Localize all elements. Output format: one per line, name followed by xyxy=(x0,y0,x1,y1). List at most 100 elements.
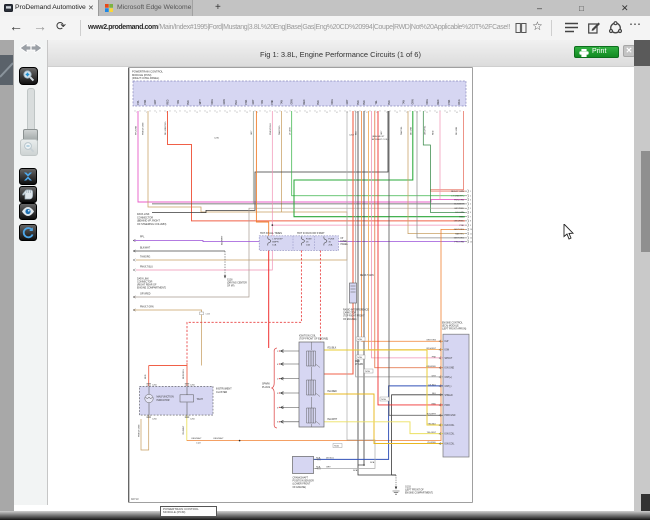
svg-text:LT GRN/PPL: LT GRN/PPL xyxy=(451,196,464,198)
svg-text:13: 13 xyxy=(470,241,472,243)
svg-text:DK GRN/ORG: DK GRN/ORG xyxy=(165,121,167,135)
svg-text:RED: RED xyxy=(304,99,306,104)
svg-text:ORG/WHT: ORG/WHT xyxy=(191,438,202,440)
svg-text:47: 47 xyxy=(366,112,368,114)
svg-text:RADIO INTERFERENCE: RADIO INTERFERENCE xyxy=(343,309,369,312)
svg-text:33: 33 xyxy=(296,112,298,114)
svg-text:BLU: BLU xyxy=(236,100,238,105)
svg-text:ORG: ORG xyxy=(212,99,214,104)
svg-text:ORG/WHT: ORG/WHT xyxy=(213,438,224,440)
svg-text:19: 19 xyxy=(226,112,228,114)
svg-text:YEL/WHT: YEL/WHT xyxy=(183,425,185,435)
svg-text:(TOP RIGHT FRONT: (TOP RIGHT FRONT xyxy=(343,316,365,318)
svg-text:DK GRN: DK GRN xyxy=(410,126,412,135)
svg-text:PNK: PNK xyxy=(246,99,248,104)
svg-text:35: 35 xyxy=(306,112,308,114)
svg-text:1: 1 xyxy=(470,191,471,193)
svg-text:65: 65 xyxy=(456,112,458,114)
svg-text:10A: 10A xyxy=(306,244,310,247)
svg-text:BLK: BLK xyxy=(318,100,320,105)
svg-text:IGN GND: IGN GND xyxy=(445,368,455,370)
svg-text:ORG/RED: ORG/RED xyxy=(426,366,436,368)
svg-text:BLK/WHT: BLK/WHT xyxy=(454,204,464,206)
svg-text:(LEFT FRONT APRON): (LEFT FRONT APRON) xyxy=(442,328,467,331)
svg-text:GRY: GRY xyxy=(432,375,437,377)
svg-text:GRY: GRY xyxy=(155,99,157,104)
svg-text:GRY/ORG: GRY/ORG xyxy=(426,340,436,342)
svg-text:NCA: NCA xyxy=(357,338,362,341)
svg-text:PNK: PNK xyxy=(460,225,465,227)
svg-text:GRY: GRY xyxy=(253,99,255,104)
svg-text:NCA: NCA xyxy=(365,370,370,373)
svg-text:8: 8 xyxy=(470,221,471,223)
svg-text:BLK: BLK xyxy=(358,100,360,105)
svg-text:POSITION SENSOR: POSITION SENSOR xyxy=(293,481,315,483)
svg-text:13: 13 xyxy=(196,112,198,114)
svg-text:HOT IN RUN OR START: HOT IN RUN OR START xyxy=(297,232,325,235)
svg-text:(TOP FRONT OF ENGINE): (TOP FRONT OF ENGINE) xyxy=(299,337,328,340)
svg-text:BMPR: BMPR xyxy=(272,242,279,244)
svg-text:CKP(+): CKP(+) xyxy=(445,377,453,379)
svg-text:21: 21 xyxy=(236,112,238,114)
svg-text:SHIELD: SHIELD xyxy=(445,395,454,397)
svg-text:92713: 92713 xyxy=(131,497,139,501)
svg-text:53: 53 xyxy=(396,112,398,114)
svg-text:C253: C253 xyxy=(206,314,211,316)
svg-text:TAN/YEL: TAN/YEL xyxy=(455,232,465,235)
svg-text:11: 11 xyxy=(186,112,188,114)
svg-text:YEL/BLK: YEL/BLK xyxy=(327,348,337,350)
svg-text:15: 15 xyxy=(206,112,208,114)
svg-text:LT GRN: LT GRN xyxy=(355,364,364,366)
svg-text:RED: RED xyxy=(145,374,147,379)
svg-text:GRY/RED: GRY/RED xyxy=(140,293,151,295)
svg-text:9: 9 xyxy=(470,225,471,227)
svg-text:20A: 20A xyxy=(328,244,332,247)
svg-text:TAN: TAN xyxy=(261,100,264,105)
svg-text:PANEL: PANEL xyxy=(341,243,349,246)
svg-text:GRN: GRN xyxy=(413,99,415,104)
svg-text:C202: C202 xyxy=(349,135,355,137)
svg-text:2: 2 xyxy=(470,196,471,198)
svg-text:RED: RED xyxy=(355,361,360,363)
svg-text:ENGINE COMPARTMENT): ENGINE COMPARTMENT) xyxy=(405,492,433,495)
svg-text:L SPD/ISP: L SPD/ISP xyxy=(272,239,283,241)
svg-text:C230: C230 xyxy=(214,138,220,140)
svg-text:ENGINE CONTROL: ENGINE CONTROL xyxy=(442,323,463,325)
svg-text:4: 4 xyxy=(470,204,471,206)
svg-text:PNK/LT GRN: PNK/LT GRN xyxy=(143,122,145,135)
svg-text:PNK/LT GRN: PNK/LT GRN xyxy=(138,424,140,437)
svg-text:BLK: BLK xyxy=(389,100,391,105)
svg-text:IGP: IGP xyxy=(445,341,449,343)
svg-text:FUSE: FUSE xyxy=(328,239,334,241)
svg-text:SPOUT: SPOUT xyxy=(445,358,453,360)
svg-text:NCA: NCA xyxy=(357,356,362,359)
svg-text:ENGINE COMPARTMENT): ENGINE COMPARTMENT) xyxy=(137,287,166,290)
svg-text:ORG: ORG xyxy=(427,99,429,104)
svg-text:YEL/RED: YEL/RED xyxy=(327,391,337,393)
svg-text:TAN: TAN xyxy=(177,100,180,105)
svg-text:5: 5 xyxy=(156,112,157,114)
svg-text:PNK: PNK xyxy=(272,99,274,104)
svg-text:3: 3 xyxy=(470,199,471,201)
svg-text:ORG/RED: ORG/RED xyxy=(454,221,465,223)
svg-text:IGN COIL: IGN COIL xyxy=(445,425,456,427)
svg-text:NCA: NCA xyxy=(381,398,386,401)
svg-text:LT GRN: LT GRN xyxy=(289,127,291,135)
svg-text:OF ENGINE): OF ENGINE) xyxy=(343,319,357,321)
svg-text:WHT: WHT xyxy=(200,99,202,105)
svg-text:1: 1 xyxy=(136,112,137,114)
svg-text:S128: S128 xyxy=(227,280,233,282)
svg-text:5: 5 xyxy=(470,208,471,210)
svg-text:OF I/P): OF I/P) xyxy=(227,286,235,288)
svg-text:DK GRN: DK GRN xyxy=(455,212,464,214)
svg-text:GRY: GRY xyxy=(347,99,349,104)
svg-text:17: 17 xyxy=(216,112,218,114)
svg-text:BLK/WHT: BLK/WHT xyxy=(427,414,437,416)
svg-text:DK GRN: DK GRN xyxy=(456,126,458,135)
svg-text:CAPACITOR: CAPACITOR xyxy=(343,312,357,315)
svg-text:PNK: PNK xyxy=(449,99,451,104)
svg-text:BLK/WHT: BLK/WHT xyxy=(222,235,224,245)
svg-text:GRY: GRY xyxy=(381,130,383,135)
svg-text:TAN: TAN xyxy=(402,100,405,105)
svg-text:PNK: PNK xyxy=(432,356,437,358)
